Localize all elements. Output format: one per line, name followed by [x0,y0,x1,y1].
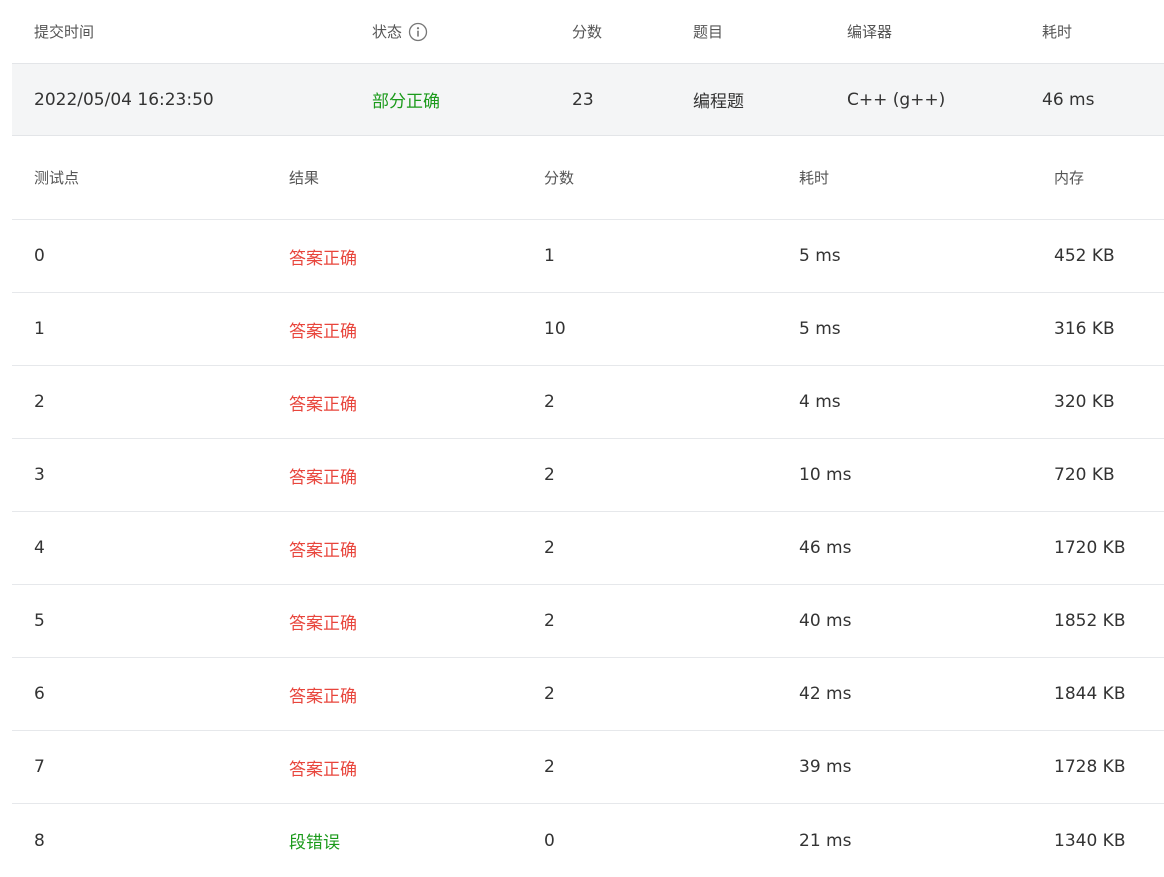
testpoint-memory: 452 KB [1054,246,1115,266]
testpoint-duration: 40 ms [799,611,852,631]
testpoint-score: 2 [544,392,555,412]
header-problem: 题目 [693,23,724,41]
testcase-header-row: 测试点 结果 分数 耗时 内存 [12,136,1164,220]
testpoint-id: 5 [34,611,45,631]
testpoint-id: 2 [34,392,45,412]
header-compiler: 编译器 [847,23,893,41]
testpoint-memory: 1852 KB [1054,611,1126,631]
testpoint-id: 4 [34,538,45,558]
testpoint-score: 0 [544,830,555,851]
testcase-table: 测试点 结果 分数 耗时 内存 0 答案正确 1 5 ms 452 KB 1 答… [12,136,1164,877]
header-tc-score: 分数 [544,169,575,187]
testpoint-duration: 10 ms [799,465,852,485]
table-row: 1 答案正确 10 5 ms 316 KB [12,293,1164,366]
submission-compiler: C++ (g++) [847,89,946,110]
testpoint-id: 1 [34,319,45,339]
testpoint-duration: 21 ms [799,830,852,851]
header-testpoint: 测试点 [34,169,80,187]
testpoint-memory: 316 KB [1054,319,1115,339]
submission-score: 23 [572,89,594,110]
submission-status: 部分正确 [372,92,440,112]
table-row: 0 答案正确 1 5 ms 452 KB [12,220,1164,293]
testpoint-id: 7 [34,757,45,777]
header-score: 分数 [572,23,603,41]
table-row: 8 段错误 0 21 ms 1340 KB [12,804,1164,877]
testpoint-result: 答案正确 [289,540,357,561]
testpoint-id: 0 [34,246,45,266]
testpoint-result: 答案正确 [289,248,357,269]
testpoint-duration: 5 ms [799,319,841,339]
testpoint-result: 答案正确 [289,686,357,707]
testpoint-memory: 320 KB [1054,392,1115,412]
table-row: 7 答案正确 2 39 ms 1728 KB [12,731,1164,804]
header-result: 结果 [289,169,320,187]
header-status-label: 状态 [372,23,403,41]
info-icon[interactable] [408,22,428,42]
testpoint-memory: 720 KB [1054,465,1115,485]
testpoint-id: 6 [34,684,45,704]
testpoint-memory: 1340 KB [1054,830,1126,851]
testpoint-duration: 42 ms [799,684,852,704]
testpoint-result: 答案正确 [289,321,357,342]
testpoint-duration: 46 ms [799,538,852,558]
testpoint-score: 2 [544,611,555,631]
submission-duration: 46 ms [1042,89,1095,110]
testpoint-score: 10 [544,319,566,339]
testpoint-memory: 1720 KB [1054,538,1126,558]
table-row: 3 答案正确 2 10 ms 720 KB [12,439,1164,512]
header-memory: 内存 [1054,169,1085,187]
submission-problem: 编程题 [693,92,744,112]
testpoint-score: 2 [544,684,555,704]
testpoint-duration: 4 ms [799,392,841,412]
testpoint-result: 答案正确 [289,394,357,415]
testpoint-memory: 1728 KB [1054,757,1126,777]
table-row: 6 答案正确 2 42 ms 1844 KB [12,658,1164,731]
testpoint-duration: 39 ms [799,757,852,777]
submit-time: 2022/05/04 16:23:50 [34,89,214,110]
testpoint-score: 1 [544,246,555,266]
testpoint-result: 答案正确 [289,759,357,780]
header-duration: 耗时 [1042,23,1073,41]
table-row: 2 答案正确 2 4 ms 320 KB [12,366,1164,439]
header-status: 状态 [372,0,428,63]
table-row: 5 答案正确 2 40 ms 1852 KB [12,585,1164,658]
testpoint-id: 8 [34,830,45,851]
testpoint-score: 2 [544,757,555,777]
header-tc-duration: 耗时 [799,169,830,187]
submission-header-row: 提交时间 状态 分数 题目 编译器 耗时 [12,0,1164,63]
testpoint-id: 3 [34,465,45,485]
submission-row: 2022/05/04 16:23:50 部分正确 23 编程题 C++ (g++… [12,63,1164,136]
table-row: 4 答案正确 2 46 ms 1720 KB [12,512,1164,585]
testpoint-result: 答案正确 [289,613,357,634]
testpoint-score: 2 [544,538,555,558]
testpoint-result: 段错误 [289,833,340,853]
submission-result-panel: 提交时间 状态 分数 题目 编译器 耗时 2022/05/04 16:23:50… [12,0,1164,877]
testpoint-duration: 5 ms [799,246,841,266]
header-submit-time: 提交时间 [34,23,95,41]
testpoint-result: 答案正确 [289,467,357,488]
testpoint-score: 2 [544,465,555,485]
testpoint-memory: 1844 KB [1054,684,1126,704]
